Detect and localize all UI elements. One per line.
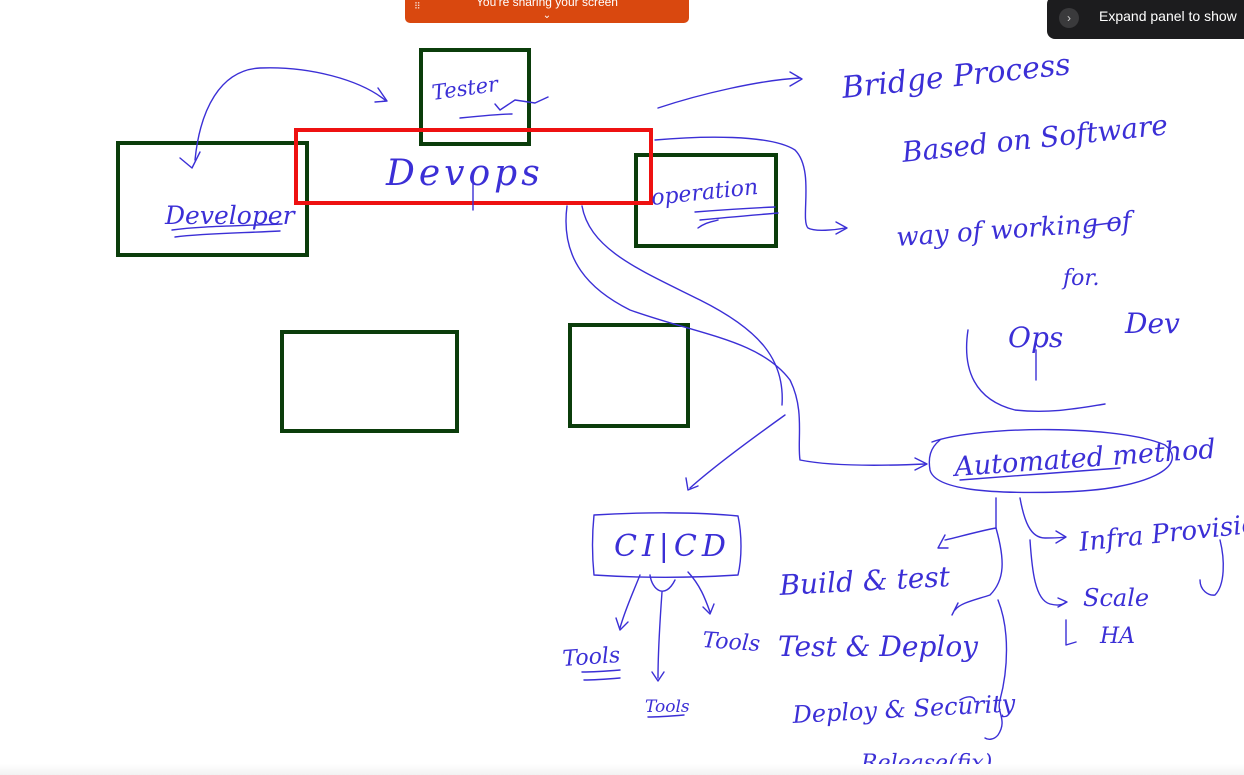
deploy-stem — [954, 527, 1003, 611]
ha-label: HA — [1099, 624, 1135, 649]
dev-label: Dev — [1124, 307, 1180, 340]
build-branch — [944, 527, 997, 541]
operation-underline — [694, 206, 779, 229]
developer-arrow-head — [179, 151, 201, 169]
expand-panel-button[interactable]: › Expand panel to show — [1047, 0, 1244, 39]
cicd-arrow-head — [685, 477, 699, 491]
screen-share-banner[interactable]: ⠿ You're sharing your screen ⌄ — [405, 0, 689, 23]
drag-handle-icon[interactable]: ⠿ — [414, 0, 421, 12]
ha-branch — [1065, 619, 1077, 646]
dev-tester-arrow — [194, 67, 386, 161]
infra-provisioning-label: Infra Provisioning — [1077, 503, 1244, 558]
tester-label: Tester — [430, 72, 501, 105]
bridge-arrow — [657, 77, 801, 109]
test-deploy-label: Test & Deploy — [778, 630, 979, 663]
infra-hook — [1199, 539, 1224, 596]
automated-method-label: Automated method — [950, 434, 1216, 483]
empty-box-right — [568, 323, 690, 428]
tools-left-label: Tools — [562, 643, 621, 672]
tester-underline — [459, 96, 549, 119]
ops-label: Ops — [1008, 321, 1063, 354]
tools-bottom-label: Tools — [645, 697, 690, 717]
cicd-branch-left — [619, 574, 641, 629]
chevron-down-icon[interactable]: ⌄ — [405, 11, 689, 21]
deploy-stem-head — [951, 602, 959, 616]
devops-to-cicd — [581, 205, 783, 406]
tools-right-label: Tools — [702, 628, 761, 657]
deploy-security-label: Deploy & Security — [791, 689, 1017, 729]
build-branch-head — [937, 534, 949, 549]
bridge-process-label: Bridge Process — [839, 47, 1072, 106]
developer-label: Developer — [164, 201, 297, 230]
based-on-software-label: Based on Software — [899, 108, 1169, 169]
cicd-branch-mid — [649, 574, 676, 679]
build-test-label: Build & test — [778, 560, 952, 602]
way-of-working-label: way of working of — [895, 206, 1136, 253]
scale-label: Scale — [1083, 584, 1149, 612]
scale-branch — [1029, 539, 1067, 606]
bottom-edge — [0, 764, 1244, 775]
whiteboard-canvas[interactable]: Developer Tester Devops operation Bridge… — [0, 0, 1244, 775]
developer-box — [116, 141, 309, 257]
to-cicd-arrow — [689, 414, 786, 489]
expand-panel-label: Expand panel to show — [1099, 8, 1237, 24]
operation-label: operation — [650, 175, 759, 211]
empty-box-left — [280, 330, 459, 433]
devops-label: Devops — [385, 153, 544, 194]
ci-cd-label: CI|CD — [614, 529, 731, 564]
for-label: for. — [1061, 266, 1099, 291]
cicd-branch-right — [687, 571, 711, 613]
share-banner-text: You're sharing your screen — [476, 0, 618, 9]
chevron-right-icon[interactable]: › — [1059, 8, 1079, 28]
scale-branch-head — [1057, 597, 1068, 608]
